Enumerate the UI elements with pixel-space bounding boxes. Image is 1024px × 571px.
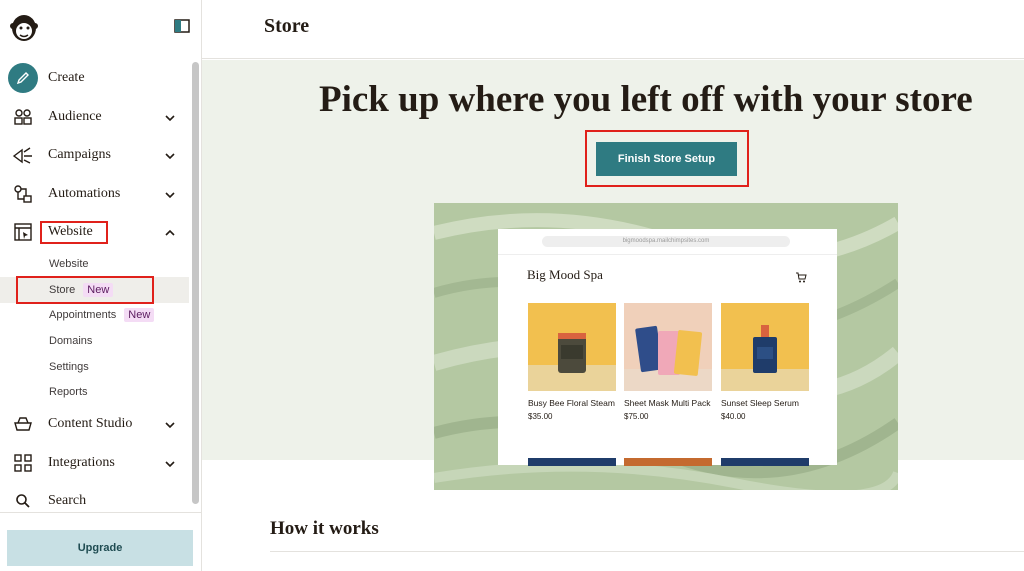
pencil-icon <box>8 63 38 93</box>
shop-name: Big Mood Spa <box>527 267 603 282</box>
nav-content-studio[interactable]: Content Studio <box>8 410 188 438</box>
finish-store-setup-button[interactable]: Finish Store Setup <box>596 142 737 176</box>
product-price: $75.00 <box>624 412 649 421</box>
hero-title: Pick up where you left off with your sto… <box>319 79 973 120</box>
sub-item-label: Settings <box>49 361 89 373</box>
product-card: Busy Bee Floral Steam $35.00 <box>528 303 616 421</box>
nav-label: Automations <box>48 186 121 201</box>
nav-label: Campaigns <box>48 147 111 162</box>
nav-search[interactable]: Search <box>8 487 188 515</box>
url-bar: bigmoodspa.mailchimpsites.com <box>542 236 790 247</box>
how-it-works-heading: How it works <box>270 518 379 539</box>
product-image <box>721 303 809 391</box>
product-name: Sheet Mask Multi Pack <box>624 398 711 408</box>
chevron-down-icon <box>164 457 176 469</box>
nav-label: Audience <box>48 109 102 124</box>
product-image <box>624 303 712 391</box>
sub-item-reports[interactable]: Reports <box>49 383 88 401</box>
main-content: Store Pick up where you left off with yo… <box>202 0 1024 571</box>
megaphone-icon <box>8 143 38 167</box>
nav-audience[interactable]: Audience <box>8 103 188 131</box>
chevron-up-icon <box>164 226 176 238</box>
nav-automations[interactable]: Automations <box>8 180 188 208</box>
new-badge: New <box>124 308 155 322</box>
sub-item-label: Website <box>49 258 89 270</box>
sub-item-store[interactable]: Store New <box>0 277 189 303</box>
product-card: Sheet Mask Multi Pack $75.00 <box>624 303 712 421</box>
content-studio-icon <box>8 412 38 436</box>
sidebar: Create Audience Campaigns Automations We… <box>0 0 202 571</box>
sub-item-settings[interactable]: Settings <box>49 358 89 376</box>
browser-mockup: bigmoodspa.mailchimpsites.com Big Mood S… <box>498 229 837 466</box>
sub-item-label: Domains <box>49 335 93 347</box>
chevron-down-icon <box>164 111 176 123</box>
nav-label: Create <box>48 70 85 85</box>
product-name: Sunset Sleep Serum <box>721 398 799 408</box>
product-price: $35.00 <box>528 412 553 421</box>
top-bar: Store <box>202 0 1024 59</box>
sub-item-website[interactable]: Website <box>49 255 89 273</box>
divider <box>270 551 1024 552</box>
chevron-down-icon <box>164 188 176 200</box>
collapse-sidebar-icon[interactable] <box>174 19 190 33</box>
upgrade-section: Upgrade <box>0 512 202 571</box>
sub-item-label: Reports <box>49 386 88 398</box>
product-image <box>624 458 712 466</box>
store-preview-image: bigmoodspa.mailchimpsites.com Big Mood S… <box>434 203 898 490</box>
nav-label: Search <box>48 493 87 508</box>
cart-icon <box>795 270 807 283</box>
integrations-icon <box>8 451 38 475</box>
product-name: Busy Bee Floral Steam <box>528 398 615 408</box>
chevron-down-icon <box>164 418 176 430</box>
divider <box>498 254 837 255</box>
nav-label: Integrations <box>48 455 115 470</box>
nav-create[interactable]: Create <box>8 63 188 93</box>
sidebar-scrollbar[interactable] <box>192 62 199 504</box>
website-icon <box>8 220 38 244</box>
upgrade-button[interactable]: Upgrade <box>7 530 193 566</box>
nav-website[interactable]: Website <box>8 218 188 246</box>
automations-icon <box>8 182 38 206</box>
nav-campaigns[interactable]: Campaigns <box>8 141 188 169</box>
nav-label: Content Studio <box>48 416 133 431</box>
nav-label: Website <box>48 224 93 239</box>
product-image <box>721 458 809 466</box>
nav-integrations[interactable]: Integrations <box>8 449 188 477</box>
product-card: Sunset Sleep Serum $40.00 <box>721 303 809 421</box>
audience-icon <box>8 105 38 129</box>
chevron-down-icon <box>164 149 176 161</box>
page-title: Store <box>264 15 310 37</box>
sub-item-label: Store <box>49 284 76 296</box>
mailchimp-logo-icon[interactable] <box>8 10 40 44</box>
product-price: $40.00 <box>721 412 746 421</box>
sub-item-appointments[interactable]: Appointments New <box>49 306 155 324</box>
new-badge: New <box>83 283 114 297</box>
product-image <box>528 458 616 466</box>
sub-item-domains[interactable]: Domains <box>49 332 92 350</box>
product-image <box>528 303 616 391</box>
sub-item-label: Appointments <box>49 309 117 321</box>
search-icon <box>8 489 38 513</box>
